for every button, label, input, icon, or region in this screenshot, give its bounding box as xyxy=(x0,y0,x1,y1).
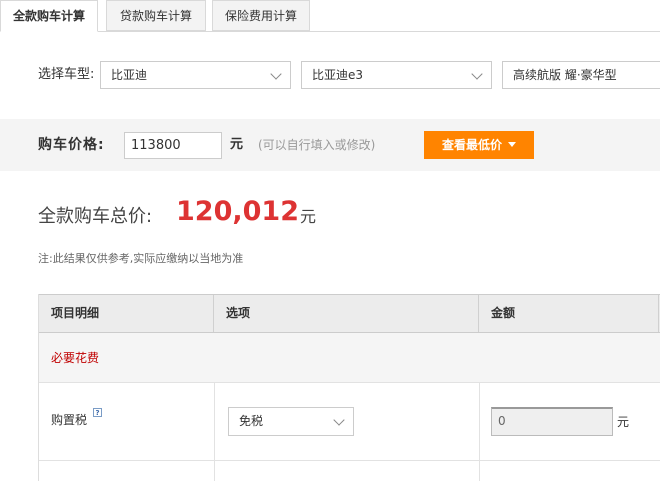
column-header-amount: 金额 xyxy=(479,295,659,332)
brand-select[interactable]: 比亚迪 xyxy=(100,61,291,89)
column-header-item: 项目明细 xyxy=(39,295,214,332)
price-hint: (可以自行填入或修改) xyxy=(258,138,376,152)
total-value: 120,012 xyxy=(176,196,299,227)
chevron-down-icon xyxy=(333,414,345,426)
price-label: 购车价格: xyxy=(38,137,105,153)
price-input[interactable]: 113800 xyxy=(124,132,222,159)
chevron-down-icon xyxy=(471,68,483,80)
chevron-down-icon xyxy=(270,68,282,80)
total-unit: 元 xyxy=(300,207,317,226)
column-divider xyxy=(214,383,215,481)
trim-select[interactable]: 高续航版 耀·豪华型 xyxy=(502,61,660,89)
tab-insurance[interactable]: 保险费用计算 xyxy=(212,0,310,31)
best-price-button-label: 查看最低价 xyxy=(441,138,502,152)
disclaimer-note: 注:此结果仅供参考,实际应缴纳以当地为准 xyxy=(38,252,244,265)
tab-loan[interactable]: 贷款购车计算 xyxy=(106,0,206,31)
series-select-value: 比亚迪e3 xyxy=(312,68,364,82)
caret-down-icon xyxy=(508,142,516,147)
tax-amount-unit: 元 xyxy=(617,415,630,429)
section-title: 必要花费 xyxy=(51,351,100,365)
brand-select-value: 比亚迪 xyxy=(111,68,148,82)
series-select[interactable]: 比亚迪e3 xyxy=(301,61,492,89)
price-unit: 元 xyxy=(230,137,244,152)
column-header-option: 选项 xyxy=(214,295,479,332)
column-divider xyxy=(479,383,480,481)
best-price-button[interactable]: 查看最低价 xyxy=(424,131,534,159)
model-select-label: 选择车型: xyxy=(38,67,95,82)
tab-full-payment[interactable]: 全款购车计算 xyxy=(0,0,98,32)
calculator-tabs: 全款购车计算 贷款购车计算 保险费用计算 xyxy=(0,0,660,32)
tax-option-value: 免税 xyxy=(239,414,264,428)
tax-amount-input[interactable]: 0 xyxy=(491,407,613,436)
tax-option-select[interactable]: 免税 xyxy=(228,407,354,436)
row-item-label: 购置税 xyxy=(51,413,88,427)
trim-select-value: 高续航版 耀·豪华型 xyxy=(513,68,617,82)
section-row-required: 必要花费 xyxy=(39,333,660,383)
total-label: 全款购车总价: xyxy=(38,206,153,227)
help-icon[interactable]: ? xyxy=(93,408,102,417)
cost-table: 项目明细 选项 金额 必要花费 购置税 ? 免税 0 元 xyxy=(38,294,660,481)
table-header: 项目明细 选项 金额 xyxy=(39,294,660,333)
